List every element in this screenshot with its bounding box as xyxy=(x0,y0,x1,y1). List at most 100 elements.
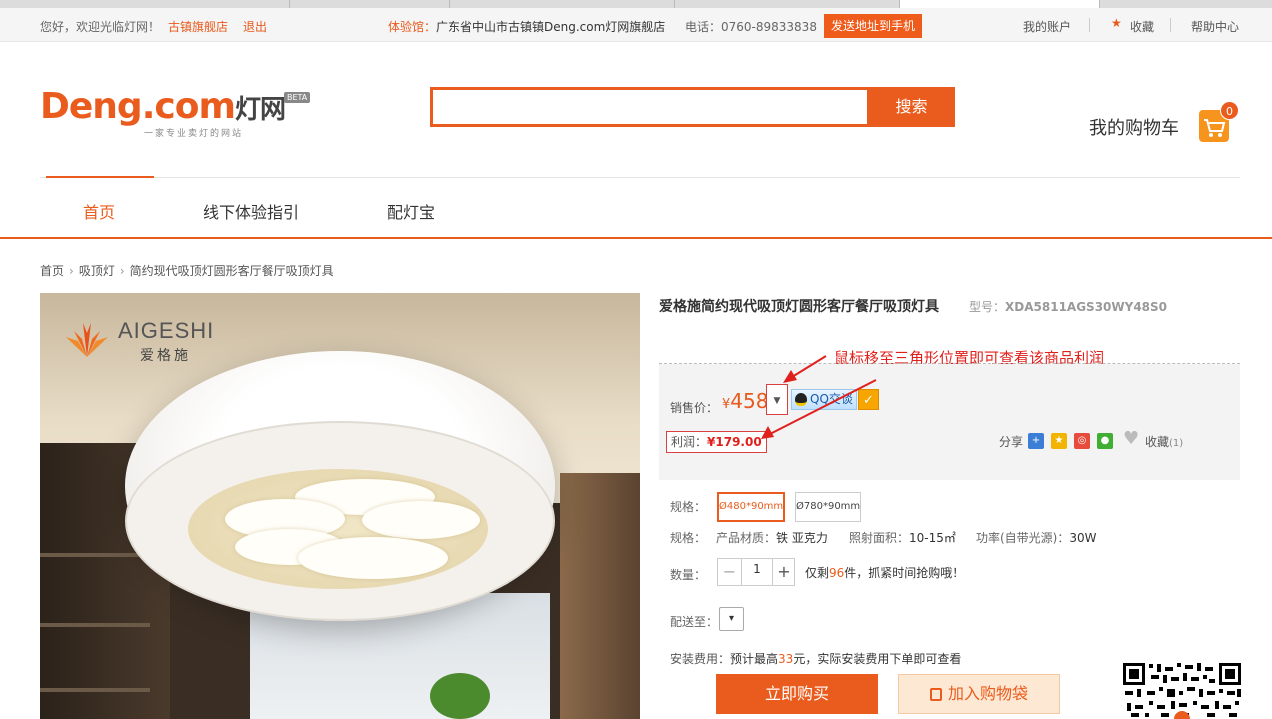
lamp-petal xyxy=(298,537,448,579)
favorites-link[interactable]: 收藏 xyxy=(1130,18,1154,35)
heart-icon[interactable]: ♥ xyxy=(1123,430,1139,448)
model-value: XDA5811AGS30WY48S0 xyxy=(1005,300,1168,314)
shelf xyxy=(40,623,150,627)
my-account-link[interactable]: 我的账户 xyxy=(1023,18,1071,35)
brand-logo-icon xyxy=(64,319,110,359)
profit-box: 利润：¥179.00 xyxy=(666,431,767,453)
store-link[interactable]: 古镇旗舰店 xyxy=(168,18,228,35)
nav-item-offline-guide[interactable]: 线下体验指引 xyxy=(203,199,299,223)
send-address-button[interactable]: 发送地址到手机 xyxy=(824,14,923,38)
logo-text: Deng.com xyxy=(40,86,236,127)
attr-material-value: 铁 亚克力 xyxy=(776,531,828,545)
spec-option-780[interactable]: Ø780*90mm xyxy=(795,492,861,522)
top-bar: 您好，欢迎光临灯网！ 古镇旗舰店 退出 体验馆： 广东省中山市古镇镇Deng.c… xyxy=(0,8,1272,42)
logout-link[interactable]: 退出 xyxy=(243,18,267,35)
install-suffix: 元，实际安装费用下单即可查看 xyxy=(793,652,962,666)
install-amount: 33 xyxy=(778,652,794,666)
attr-power-label: 功率(自带光源)： xyxy=(976,531,1070,545)
add-to-bag-label: 加入购物袋 xyxy=(947,684,1028,703)
attr-material: 产品材质：铁 亚克力 xyxy=(716,529,828,546)
browser-tab[interactable] xyxy=(0,0,290,8)
browser-tab[interactable] xyxy=(290,0,450,8)
qq-chat-label: QQ交谈 xyxy=(810,392,853,406)
browser-tab-strip xyxy=(0,0,1272,8)
nav-divider xyxy=(40,177,1240,178)
favorite-button[interactable]: 收藏(1) xyxy=(1145,433,1183,450)
logo-cn: 灯网 xyxy=(234,95,286,125)
brand-name-cn: 爱格施 xyxy=(140,348,191,364)
logo-tagline: 一家专业卖灯的网站 xyxy=(144,129,244,139)
cart-count-badge: 0 xyxy=(1220,101,1239,120)
share-qzone-icon[interactable]: ★ xyxy=(1051,433,1067,449)
search-input[interactable] xyxy=(430,87,870,127)
model-label: 型号： xyxy=(969,300,1006,314)
stock-suffix: 件，抓紧时间抢购哦！ xyxy=(844,566,965,580)
breadcrumb-category[interactable]: 吸顶灯 xyxy=(79,264,115,278)
price-amount: 458 xyxy=(730,389,769,413)
share-wechat-icon[interactable]: ● xyxy=(1097,433,1113,449)
stock-notice: 仅剩96件，抓紧时间抢购哦！ xyxy=(805,564,964,581)
shelf xyxy=(40,688,150,692)
ship-region-select[interactable]: ▾ xyxy=(719,607,744,631)
qty-input[interactable]: 1 xyxy=(742,559,772,585)
price-label: 销售价： xyxy=(670,401,719,415)
profit-value: ¥179.00 xyxy=(707,435,762,449)
install-fee: 安装费用：预计最高33元，实际安装费用下单即可查看 xyxy=(670,650,961,667)
add-to-bag-button[interactable]: 加入购物袋 xyxy=(898,674,1060,714)
cart-label[interactable]: 我的购物车 xyxy=(1089,114,1179,140)
share-plus-icon[interactable]: + xyxy=(1028,433,1044,449)
chevron-right-icon: › xyxy=(119,264,125,278)
lamp-petal xyxy=(362,501,480,539)
experience-label: 体验馆： xyxy=(388,20,437,34)
phone-number: 电话：0760-89833838 xyxy=(685,20,817,34)
star-icon[interactable]: ★ xyxy=(1111,16,1122,30)
attr-area-label: 照射面积： xyxy=(849,531,910,545)
browser-tab-active[interactable] xyxy=(900,0,1100,8)
browser-tab[interactable] xyxy=(450,0,675,8)
share-label: 分享 xyxy=(999,435,1024,449)
install-prefix: 预计最高 xyxy=(730,652,779,666)
attr-area-value: 10-15㎡ xyxy=(909,531,956,545)
experience-address: 广东省中山市古镇镇Deng.com灯网旗舰店 xyxy=(436,20,666,34)
chevron-down-icon: ▾ xyxy=(728,613,735,624)
nav-active-indicator xyxy=(46,176,154,178)
attrs-label: 规格： xyxy=(670,531,707,545)
profit-toggle-triangle[interactable]: ▼ xyxy=(766,384,788,415)
attr-power: 功率(自带光源)：30W xyxy=(976,529,1097,546)
bag-icon xyxy=(929,688,942,701)
spec-option-480[interactable]: Ø480*90mm xyxy=(717,492,785,522)
qty-label: 数量： xyxy=(670,568,707,582)
chevron-right-icon: › xyxy=(69,264,74,278)
beta-badge: BETA xyxy=(284,92,311,103)
brand-name: AIGESHI xyxy=(118,318,215,343)
attr-area: 照射面积：10-15㎡ xyxy=(849,529,956,546)
qty-minus-button[interactable]: − xyxy=(718,559,742,585)
breadcrumb-home[interactable]: 首页 xyxy=(40,264,64,278)
shelf xyxy=(40,553,150,557)
product-title: 爱格施简约现代吸顶灯圆形客厅餐厅吸顶灯具 xyxy=(659,299,939,315)
site-logo[interactable]: Deng.com灯网 一家专业卖灯的网站 BETA xyxy=(40,86,320,142)
search-button[interactable]: 搜索 xyxy=(868,87,955,127)
help-center-link[interactable]: 帮助中心 xyxy=(1191,18,1239,35)
stock-count: 96 xyxy=(829,566,845,580)
nav-item-lamp-matcher[interactable]: 配灯宝 xyxy=(387,199,435,223)
attr-power-value: 30W xyxy=(1069,531,1097,545)
breadcrumb: 首页 › 吸顶灯 › 简约现代吸顶灯圆形客厅餐厅吸顶灯具 xyxy=(40,262,334,279)
right-wall xyxy=(560,473,640,719)
ship-label: 配送至： xyxy=(670,615,719,629)
plant xyxy=(430,673,490,719)
qq-chat-button[interactable]: QQ交谈 xyxy=(791,389,857,410)
browser-tab[interactable] xyxy=(675,0,900,8)
divider xyxy=(1170,18,1171,32)
qty-plus-button[interactable]: + xyxy=(772,559,795,585)
nav-item-home[interactable]: 首页 xyxy=(83,199,115,223)
buy-now-button[interactable]: 立即购买 xyxy=(716,674,878,714)
share-weibo-icon[interactable]: ◎ xyxy=(1074,433,1090,449)
install-label: 安装费用： xyxy=(670,652,731,666)
product-model: 型号：XDA5811AGS30WY48S0 xyxy=(969,298,1167,315)
product-image[interactable]: AIGESHI 爱格施 xyxy=(40,293,640,719)
profit-label: 利润： xyxy=(671,435,708,449)
stock-prefix: 仅剩 xyxy=(805,566,830,580)
quantity-stepper: − 1 + xyxy=(717,558,795,586)
favorite-label: 收藏 xyxy=(1145,435,1170,449)
